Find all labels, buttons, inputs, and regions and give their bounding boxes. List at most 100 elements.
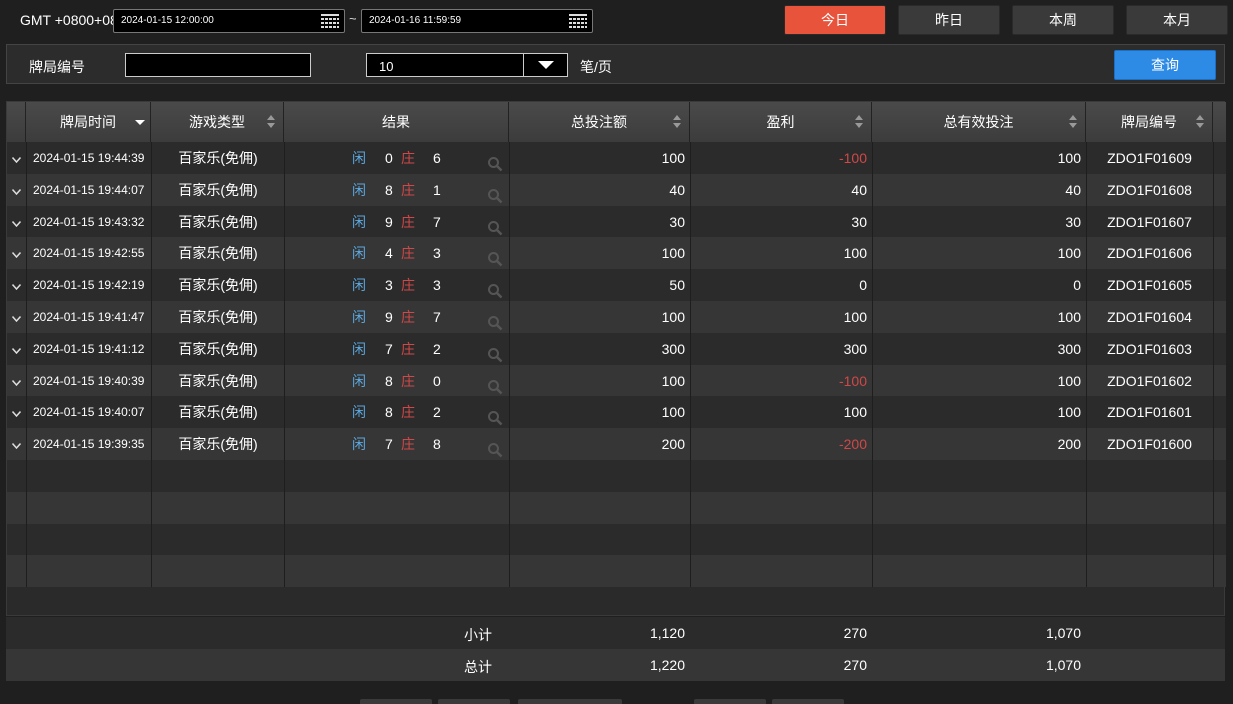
result-cell: 闲3庄3	[285, 269, 509, 301]
banker-label: 庄	[401, 309, 415, 325]
subtotal-valid-bet: 1,070	[1045, 625, 1081, 641]
round-id[interactable]: ZDO1F01608	[1087, 174, 1212, 206]
column-divider	[509, 491, 510, 524]
column-header-time[interactable]: 牌局时间	[26, 102, 151, 142]
page-size-select[interactable]: 10	[366, 53, 568, 77]
chevron-down-icon[interactable]	[11, 443, 22, 450]
player-label: 闲	[352, 340, 366, 357]
table-row: 2024-01-15 19:40:07 百家乐(免佣) 闲 8 庄 2 100 100 100 Z…	[7, 396, 1226, 429]
chevron-down-icon[interactable]	[11, 157, 22, 164]
profit: -100	[838, 150, 867, 166]
expand-row-button[interactable]	[7, 428, 26, 460]
banker-label: 庄	[401, 340, 415, 357]
yesterday-button[interactable]: 昨日	[898, 5, 1000, 35]
banker-label: 庄	[401, 245, 415, 262]
chevron-down-icon[interactable]	[11, 379, 22, 386]
search-button[interactable]: 查询	[1114, 50, 1216, 80]
player-label: 闲	[352, 181, 366, 198]
column-divider	[151, 555, 152, 588]
table-row: 2024-01-15 19:44:07 百家乐(免佣) 闲 8 庄 1 40 40 40 ZDO1…	[7, 173, 1226, 206]
column-divider	[26, 460, 27, 492]
expand-row-button[interactable]	[7, 237, 26, 269]
column-header-profit[interactable]: 盈利	[690, 102, 872, 142]
game-type: 百家乐(免佣)	[178, 372, 258, 389]
date-range-bar: GMT +0800+08 2024-01-15 12:00:00 ~ 2024-…	[0, 0, 1233, 42]
round-id-input[interactable]	[125, 53, 311, 77]
subtotal-row: 小计 1,120 270 1,070	[6, 617, 1225, 649]
this-week-button[interactable]: 本周	[1012, 5, 1114, 35]
today-button[interactable]: 今日	[784, 5, 886, 35]
column-header-bet[interactable]: 总投注额	[509, 102, 690, 142]
round-id[interactable]: ZDO1F01603	[1087, 333, 1212, 365]
expand-row-button[interactable]	[7, 269, 26, 301]
column-divider	[284, 491, 285, 524]
chevron-down-icon[interactable]	[11, 188, 22, 195]
chevron-down-icon[interactable]	[523, 54, 567, 76]
result-cell: 闲 8庄 1	[285, 174, 509, 206]
totals-section: 小计 1,120 270 1,070 总计 1,220 270 1,070	[6, 617, 1225, 681]
expand-row-button[interactable]	[7, 142, 26, 174]
valid-bet: 40	[1065, 181, 1081, 198]
column-divider	[1213, 364, 1214, 397]
round-id[interactable]: ZDO1F01605	[1087, 269, 1212, 301]
round-time: 2024-01-15 19:41:12	[33, 341, 145, 356]
sort-desc-icon	[135, 120, 145, 125]
expand-row-button[interactable]	[7, 333, 26, 365]
expand-row-button[interactable]	[7, 396, 26, 428]
chevron-down-icon[interactable]	[11, 284, 22, 291]
empty-row	[7, 555, 1226, 588]
result-cell: 闲 9庄 7	[285, 206, 509, 238]
round-id[interactable]: ZDO1F01601	[1087, 396, 1212, 428]
column-header-valid-bet[interactable]: 总有效投注	[872, 102, 1086, 142]
total-bet: 40	[669, 181, 685, 198]
end-date-input[interactable]: 2024-01-16 11:59:59	[361, 9, 593, 33]
chevron-down-icon[interactable]	[11, 316, 22, 323]
banker-label: 庄	[401, 436, 415, 453]
player-score: 8	[385, 181, 393, 198]
total-bet: 100	[661, 150, 685, 166]
round-id[interactable]: ZDO1F01607	[1087, 206, 1212, 238]
column-divider	[26, 555, 27, 588]
start-date-input[interactable]: 2024-01-15 12:00:00	[113, 9, 345, 33]
banker-score: 2	[433, 340, 441, 357]
chevron-down-icon[interactable]	[11, 347, 22, 354]
banker-score: 6	[433, 150, 441, 166]
round-id[interactable]: ZDO1F01600	[1087, 428, 1212, 460]
table-header: 牌局时间 游戏类型 结果 总投注额 盈利 总有效投注 牌局编号	[7, 102, 1226, 142]
round-id[interactable]: ZDO1F01604	[1087, 301, 1212, 333]
valid-bet: 200	[1057, 436, 1081, 453]
expand-row-button[interactable]	[7, 206, 26, 238]
column-divider	[690, 460, 691, 492]
bet-history-table: 牌局时间 游戏类型 结果 总投注额 盈利 总有效投注 牌局编号 2024-01-…	[6, 101, 1226, 616]
pager-first-button[interactable]	[360, 699, 432, 704]
table-row: 2024-01-15 19:43:32 百家乐(免佣) 闲 9 庄 7 30 30 30 ZDO1…	[7, 205, 1226, 238]
pager-last-button[interactable]	[772, 699, 844, 704]
expand-row-button[interactable]	[7, 301, 26, 333]
total-bet: 300	[661, 340, 685, 357]
scrollbar-header	[1213, 102, 1226, 142]
this-month-button[interactable]: 本月	[1126, 5, 1228, 35]
round-id[interactable]: ZDO1F01609	[1087, 142, 1212, 174]
calendar-icon[interactable]	[568, 13, 588, 29]
total-bet: 100	[661, 372, 685, 389]
chevron-down-icon[interactable]	[11, 411, 22, 418]
chevron-down-icon[interactable]	[11, 252, 22, 259]
round-id[interactable]: ZDO1F01602	[1087, 365, 1212, 397]
banker-label: 庄	[401, 213, 415, 230]
column-divider	[284, 460, 285, 492]
round-id[interactable]: ZDO1F01606	[1087, 237, 1212, 269]
column-header-game[interactable]: 游戏类型	[151, 102, 284, 142]
column-divider	[1213, 460, 1214, 492]
pager-next-button[interactable]	[694, 699, 766, 704]
column-divider	[690, 523, 691, 556]
column-header-round-id[interactable]: 牌局编号	[1086, 102, 1213, 142]
expand-row-button[interactable]	[7, 174, 26, 206]
calendar-icon[interactable]	[320, 13, 340, 29]
expand-row-button[interactable]	[7, 365, 26, 397]
banker-score: 8	[433, 436, 441, 453]
column-divider	[872, 491, 873, 524]
pager-prev-button[interactable]	[438, 699, 510, 704]
result-cell: 闲 4庄 3	[285, 237, 509, 269]
chevron-down-icon[interactable]	[11, 220, 22, 227]
column-label: 游戏类型	[189, 114, 245, 130]
